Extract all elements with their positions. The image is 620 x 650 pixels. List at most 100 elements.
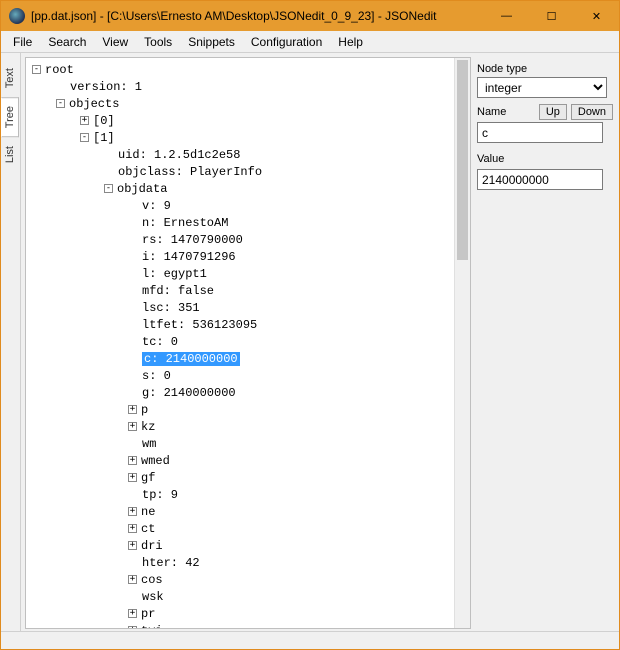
expand-icon[interactable]: + <box>128 575 137 584</box>
expand-icon[interactable]: + <box>128 405 137 414</box>
menu-view[interactable]: View <box>94 33 136 51</box>
expand-icon[interactable]: + <box>128 422 137 431</box>
tree-node-label[interactable]: mfd: false <box>142 284 214 298</box>
tree-node-label[interactable]: s: 0 <box>142 369 171 383</box>
tree-node-label[interactable]: p <box>141 403 148 417</box>
tree-node[interactable]: i: 1470791296 <box>28 249 452 266</box>
tree-node-label[interactable]: wsk <box>142 590 164 604</box>
tree-node[interactable]: +p <box>28 402 452 419</box>
side-tab-list[interactable]: List <box>1 137 19 172</box>
tree-node[interactable]: tp: 9 <box>28 487 452 504</box>
tree-node[interactable]: v: 9 <box>28 198 452 215</box>
menu-file[interactable]: File <box>5 33 40 51</box>
tree-node[interactable]: rs: 1470790000 <box>28 232 452 249</box>
collapse-icon[interactable]: - <box>56 99 65 108</box>
tree-node-label[interactable]: pr <box>141 607 155 621</box>
side-tab-tree[interactable]: Tree <box>1 97 19 137</box>
menu-search[interactable]: Search <box>40 33 94 51</box>
tree-node[interactable]: mfd: false <box>28 283 452 300</box>
tree-node[interactable]: + gf <box>28 470 452 487</box>
tree-node[interactable]: version: 1 <box>28 79 452 96</box>
tree-node[interactable]: -[1] <box>28 130 452 147</box>
tree-node-label[interactable]: gf <box>141 471 155 485</box>
tree-node[interactable]: wsk <box>28 589 452 606</box>
tree-node-label[interactable]: c: 2140000000 <box>142 352 240 366</box>
value-input[interactable] <box>477 169 603 190</box>
tree-node-label[interactable]: v: 9 <box>142 199 171 213</box>
tree-node[interactable]: wm <box>28 436 452 453</box>
menu-snippets[interactable]: Snippets <box>180 33 243 51</box>
tree-node[interactable]: uid: 1.2.5d1c2e58 <box>28 147 452 164</box>
tree-node[interactable]: + cos <box>28 572 452 589</box>
tree-node-label[interactable]: lsc: 351 <box>142 301 200 315</box>
tree-node[interactable]: hter: 42 <box>28 555 452 572</box>
expand-icon[interactable]: + <box>128 507 137 516</box>
collapse-icon[interactable]: - <box>32 65 41 74</box>
tree-node-label[interactable]: ltfet: 536123095 <box>142 318 257 332</box>
side-tab-text[interactable]: Text <box>1 59 19 97</box>
tree-node[interactable]: g: 2140000000 <box>28 385 452 402</box>
menu-configuration[interactable]: Configuration <box>243 33 330 51</box>
tree-node-label[interactable]: ct <box>141 522 155 536</box>
minimize-button[interactable]: — <box>484 1 529 31</box>
expand-icon[interactable]: + <box>128 541 137 550</box>
tree-node-label[interactable]: wm <box>142 437 156 451</box>
tree-node[interactable]: + kz <box>28 419 452 436</box>
maximize-button[interactable]: ☐ <box>529 1 574 31</box>
tree-node[interactable]: c: 2140000000 <box>28 351 452 368</box>
tree-node[interactable]: n: ErnestoAM <box>28 215 452 232</box>
expand-icon[interactable]: + <box>128 473 137 482</box>
tree-node[interactable]: l: egypt1 <box>28 266 452 283</box>
scrollbar-thumb[interactable] <box>457 60 468 260</box>
tree-view[interactable]: -rootversion: 1-objects+[0]-[1]uid: 1.2.… <box>26 58 454 628</box>
tree-node-label[interactable]: root <box>45 63 74 77</box>
tree-scrollbar[interactable] <box>454 58 470 628</box>
tree-node[interactable]: + ne <box>28 504 452 521</box>
tree-node-label[interactable]: version: 1 <box>70 80 142 94</box>
tree-node[interactable]: + tyi <box>28 623 452 628</box>
tree-node[interactable]: tc: 0 <box>28 334 452 351</box>
tree-node[interactable]: lsc: 351 <box>28 300 452 317</box>
tree-node-label[interactable]: dri <box>141 539 163 553</box>
tree-node-label[interactable]: objects <box>69 97 119 111</box>
expand-icon[interactable]: + <box>128 626 137 628</box>
node-type-select[interactable]: integer <box>477 77 607 98</box>
tree-node[interactable]: -objdata <box>28 181 452 198</box>
tree-node[interactable]: s: 0 <box>28 368 452 385</box>
tree-node-label[interactable]: [1] <box>93 131 115 145</box>
tree-node-label[interactable]: l: egypt1 <box>142 267 207 281</box>
tree-node-label[interactable]: hter: 42 <box>142 556 200 570</box>
tree-node[interactable]: + dri <box>28 538 452 555</box>
expand-icon[interactable]: + <box>80 116 89 125</box>
expand-icon[interactable]: + <box>128 456 137 465</box>
collapse-icon[interactable]: - <box>104 184 113 193</box>
expand-icon[interactable]: + <box>128 524 137 533</box>
tree-node[interactable]: objclass: PlayerInfo <box>28 164 452 181</box>
tree-node[interactable]: ltfet: 536123095 <box>28 317 452 334</box>
tree-node-label[interactable]: i: 1470791296 <box>142 250 236 264</box>
menu-tools[interactable]: Tools <box>136 33 180 51</box>
collapse-icon[interactable]: - <box>80 133 89 142</box>
tree-node-label[interactable]: uid: 1.2.5d1c2e58 <box>118 148 240 162</box>
tree-node-label[interactable]: kz <box>141 420 155 434</box>
tree-node[interactable]: + pr <box>28 606 452 623</box>
titlebar[interactable]: [pp.dat.json] - [C:\Users\Ernesto AM\Des… <box>1 1 619 31</box>
tree-node-label[interactable]: cos <box>141 573 163 587</box>
tree-node[interactable]: + [0] <box>28 113 452 130</box>
tree-node[interactable]: + wmed <box>28 453 452 470</box>
tree-node-label[interactable]: [0] <box>93 114 115 128</box>
tree-node-label[interactable]: rs: 1470790000 <box>142 233 243 247</box>
tree-node-label[interactable]: wmed <box>141 454 170 468</box>
up-button[interactable]: Up <box>539 104 567 120</box>
tree-node-label[interactable]: tc: 0 <box>142 335 178 349</box>
tree-node-label[interactable]: tyi <box>141 624 163 628</box>
menu-help[interactable]: Help <box>330 33 371 51</box>
tree-node-label[interactable]: objdata <box>117 182 167 196</box>
expand-icon[interactable]: + <box>128 609 137 618</box>
tree-node-label[interactable]: ne <box>141 505 155 519</box>
tree-node[interactable]: -root <box>28 62 452 79</box>
tree-node[interactable]: -objects <box>28 96 452 113</box>
tree-node-label[interactable]: g: 2140000000 <box>142 386 236 400</box>
tree-node-label[interactable]: tp: 9 <box>142 488 178 502</box>
name-input[interactable] <box>477 122 603 143</box>
